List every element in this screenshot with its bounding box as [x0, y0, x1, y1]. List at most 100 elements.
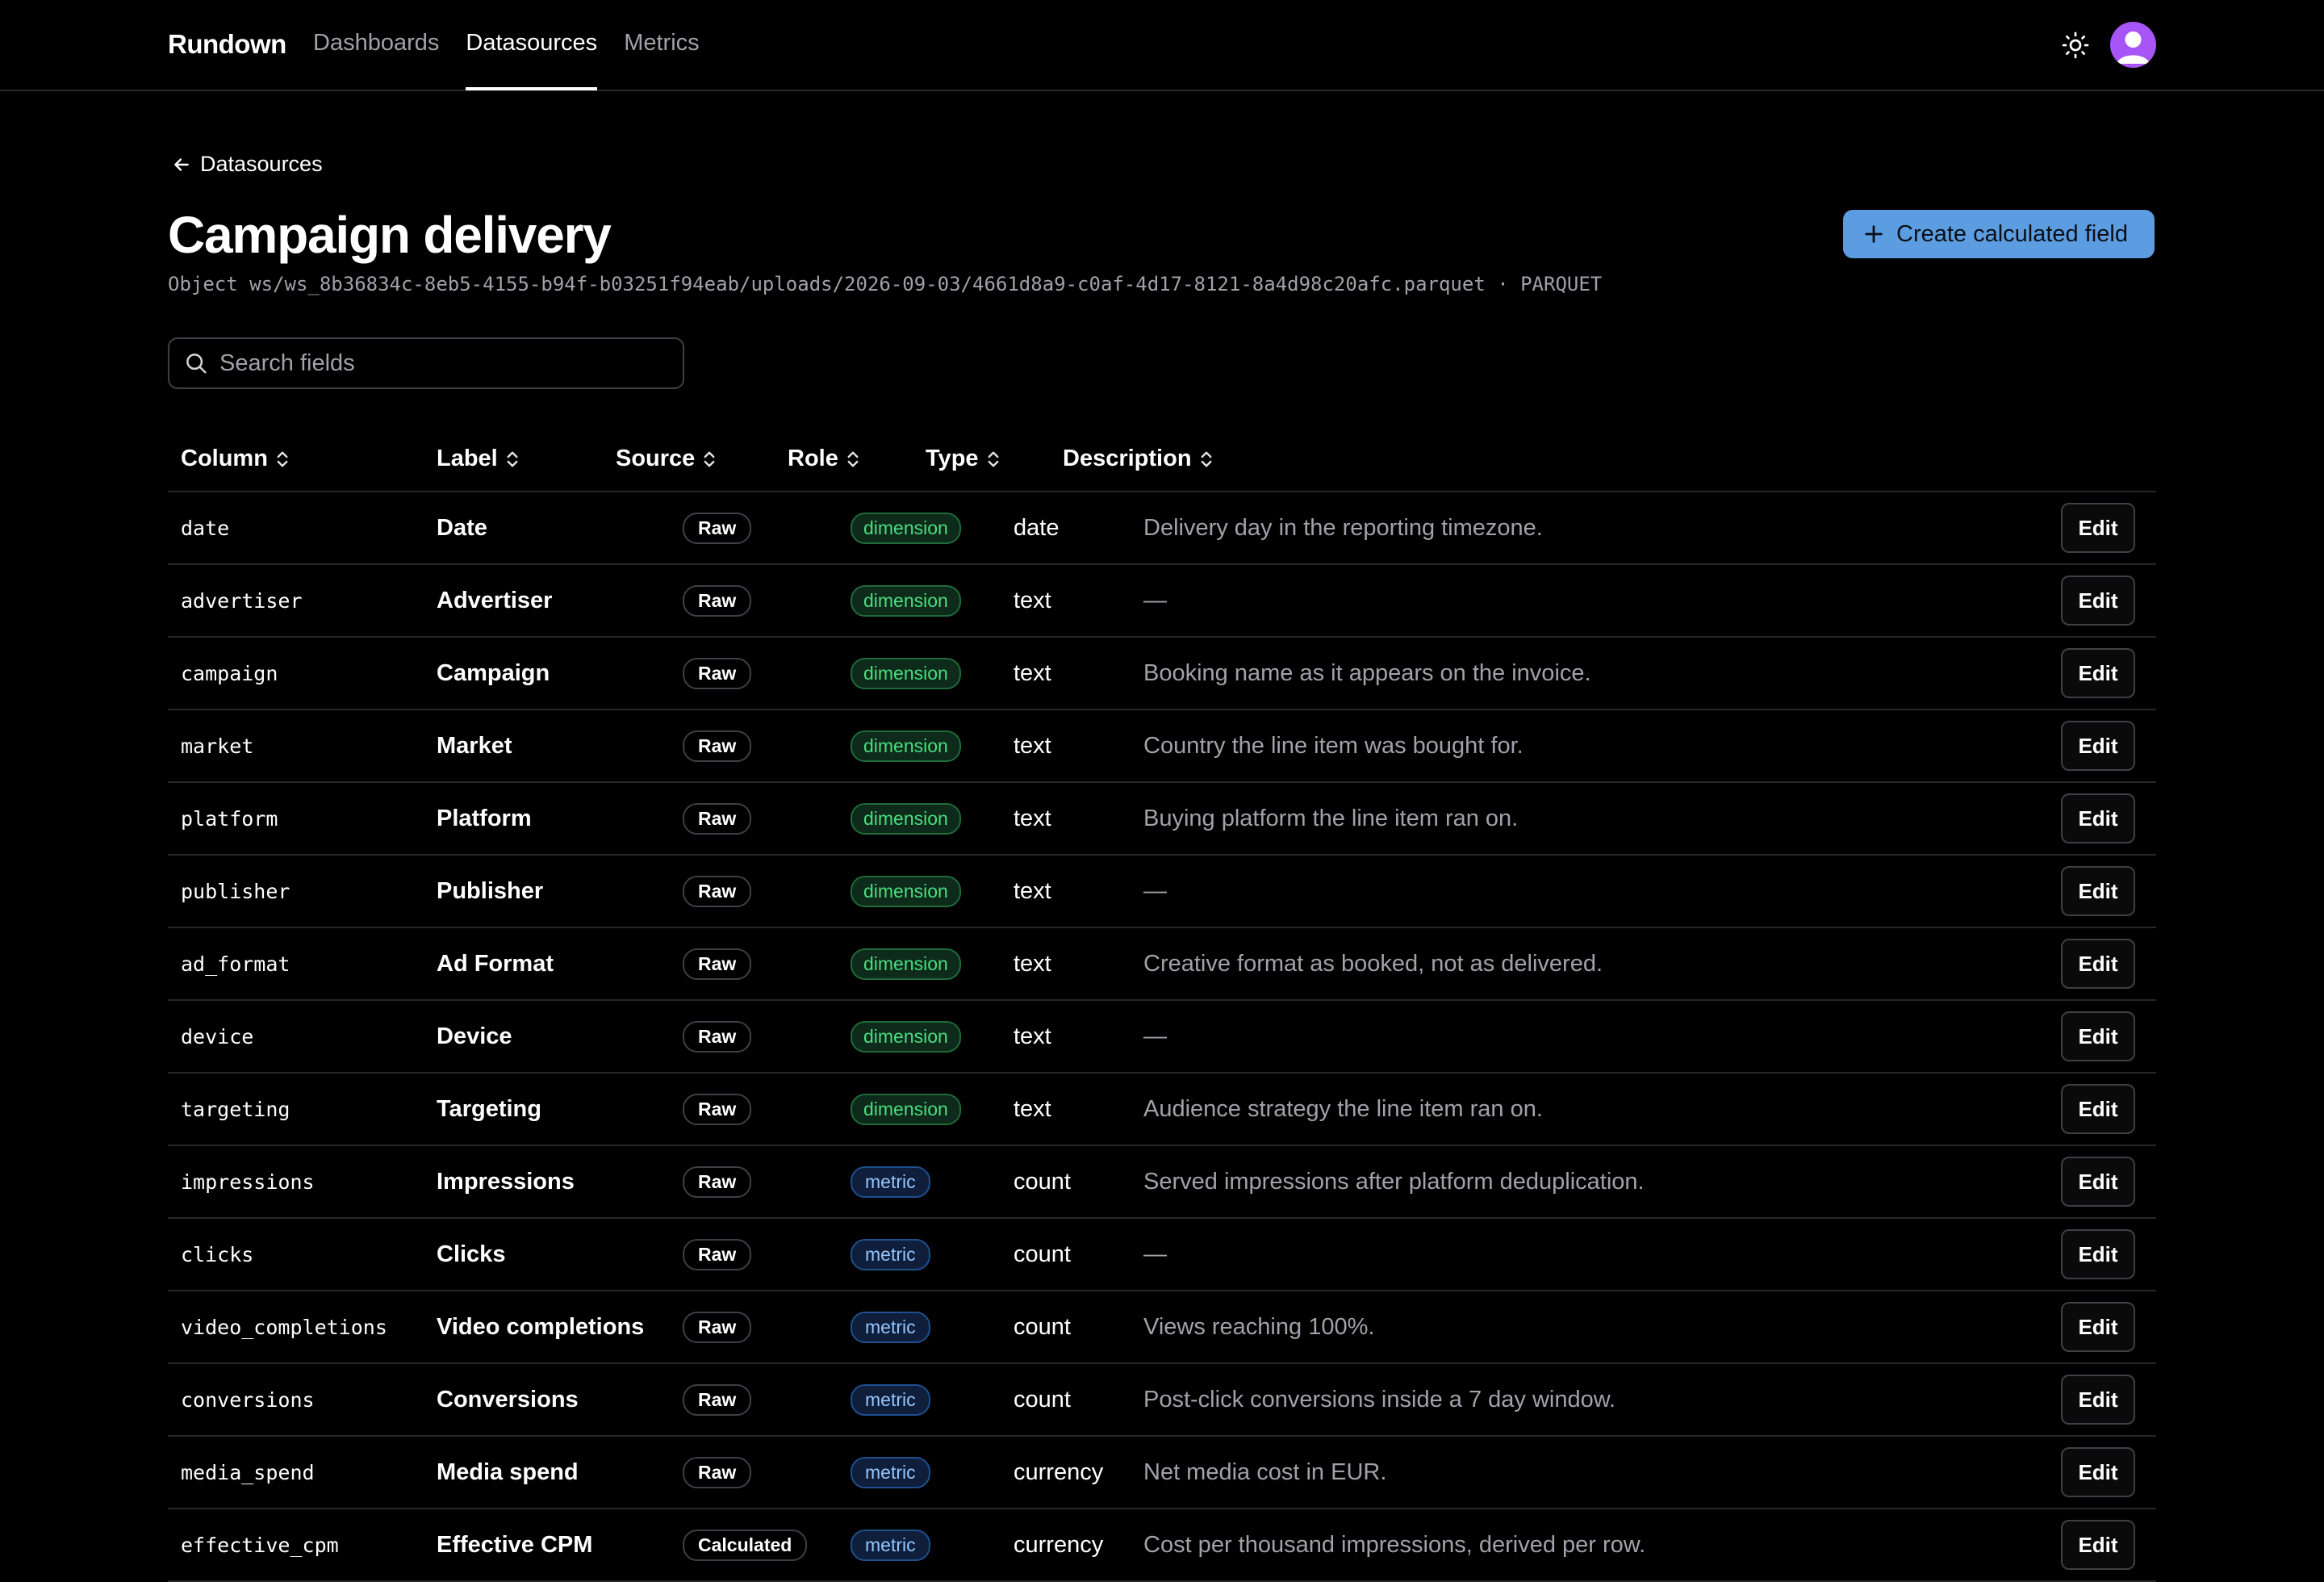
field-type: currency: [1014, 1531, 1104, 1558]
user-avatar[interactable]: [2110, 22, 2156, 68]
edit-button[interactable]: Edit: [2061, 575, 2135, 626]
field-type: text: [1014, 1023, 1051, 1049]
column-header-label: Type: [926, 446, 979, 471]
role-cell: metric: [851, 1437, 930, 1508]
search-input[interactable]: [219, 349, 655, 377]
table-row: date Date Raw dimension date Delivery day in …: [168, 492, 2156, 565]
source-cell: Raw: [683, 783, 752, 854]
edit-button[interactable]: Edit: [2061, 503, 2135, 553]
source-badge: Raw: [683, 1311, 752, 1343]
create-button-label: Create calculated field: [1896, 220, 2128, 247]
table-header: Column Label Source Role Type Description: [168, 423, 2156, 492]
column-name: clicks: [181, 1242, 254, 1266]
source-cell: Raw: [683, 638, 752, 709]
create-calculated-field-button[interactable]: Create calculated field: [1843, 210, 2155, 258]
edit-button[interactable]: Edit: [2061, 1157, 2135, 1207]
source-cell: Raw: [683, 565, 752, 636]
field-description: Views reaching 100%.: [1143, 1313, 1375, 1340]
column-name: effective_cpm: [181, 1533, 339, 1557]
column-name: publisher: [181, 879, 290, 903]
source-badge: Raw: [683, 1166, 752, 1198]
column-header-label[interactable]: Label: [437, 446, 520, 472]
table-row: campaign Campaign Raw dimension text Booking …: [168, 638, 2156, 710]
field-description: —: [1143, 587, 1167, 613]
nav-metrics[interactable]: Metrics: [624, 0, 699, 91]
column-header-column[interactable]: Column: [181, 446, 290, 472]
edit-button[interactable]: Edit: [2061, 721, 2135, 771]
role-cell: metric: [851, 1219, 930, 1290]
brand-logo[interactable]: Rundown: [168, 29, 286, 60]
nav-datasources[interactable]: Datasources: [466, 0, 598, 90]
table-body: date Date Raw dimension date Delivery day in …: [168, 492, 2156, 1582]
edit-cell: Edit: [2061, 492, 2135, 563]
column-name: date: [181, 516, 230, 540]
back-link[interactable]: Datasources: [171, 152, 323, 177]
source-cell: Raw: [683, 1001, 752, 1072]
column-header-label: Description: [1063, 446, 1192, 471]
edit-button[interactable]: Edit: [2061, 1375, 2135, 1425]
edit-cell: Edit: [2061, 856, 2135, 927]
source-badge: Raw: [683, 1383, 752, 1416]
edit-button[interactable]: Edit: [2061, 1084, 2135, 1134]
edit-button[interactable]: Edit: [2061, 1229, 2135, 1279]
edit-cell: Edit: [2061, 1509, 2135, 1580]
sort-icon: [274, 450, 290, 469]
table-row: media_spend Media spend Raw metric currency N…: [168, 1437, 2156, 1509]
sort-icon: [1198, 450, 1214, 469]
table-row: platform Platform Raw dimension text Buying p…: [168, 783, 2156, 856]
source-cell: Raw: [683, 1219, 752, 1290]
column-name: advertiser: [181, 588, 303, 613]
role-cell: dimension: [851, 1074, 961, 1145]
edit-button[interactable]: Edit: [2061, 1011, 2135, 1061]
role-cell: dimension: [851, 492, 961, 563]
edit-cell: Edit: [2061, 783, 2135, 854]
field-description: —: [1143, 877, 1167, 904]
column-name: campaign: [181, 661, 278, 685]
edit-button[interactable]: Edit: [2061, 939, 2135, 989]
column-header-type[interactable]: Type: [926, 446, 1001, 472]
column-header-source[interactable]: Source: [616, 446, 717, 472]
edit-button[interactable]: Edit: [2061, 1520, 2135, 1570]
role-badge: metric: [851, 1166, 930, 1198]
field-label: Impressions: [437, 1168, 575, 1195]
field-label: Platform: [437, 805, 532, 831]
role-badge: dimension: [851, 730, 961, 762]
search-icon: [186, 354, 207, 374]
field-label: Video completions: [437, 1313, 645, 1340]
column-name: media_spend: [181, 1460, 315, 1484]
role-badge: dimension: [851, 948, 961, 980]
edit-cell: Edit: [2061, 1074, 2135, 1145]
edit-cell: Edit: [2061, 1437, 2135, 1508]
edit-button[interactable]: Edit: [2061, 1302, 2135, 1352]
role-cell: metric: [851, 1364, 930, 1435]
edit-button[interactable]: Edit: [2061, 866, 2135, 916]
field-label: Effective CPM: [437, 1531, 593, 1558]
column-header-label: Source: [616, 446, 696, 471]
source-cell: Raw: [683, 928, 752, 999]
column-header-role[interactable]: Role: [788, 446, 861, 472]
source-badge: Raw: [683, 512, 752, 544]
field-label: Advertiser: [437, 587, 553, 613]
edit-button[interactable]: Edit: [2061, 793, 2135, 843]
field-type: text: [1014, 587, 1051, 613]
edit-cell: Edit: [2061, 638, 2135, 709]
source-cell: Calculated: [683, 1509, 808, 1580]
role-badge: metric: [851, 1383, 930, 1416]
column-name: targeting: [181, 1097, 290, 1121]
top-navbar: Rundown Dashboards Datasources Metrics: [0, 0, 2324, 91]
edit-button[interactable]: Edit: [2061, 1447, 2135, 1497]
column-name: device: [181, 1024, 254, 1048]
main-nav: Dashboards Datasources Metrics: [313, 0, 700, 91]
source-badge: Raw: [683, 802, 752, 835]
nav-dashboards[interactable]: Dashboards: [313, 0, 439, 91]
field-type: text: [1014, 877, 1051, 904]
source-cell: Raw: [683, 1291, 752, 1362]
sun-icon[interactable]: [2061, 31, 2090, 60]
table-row: market Market Raw dimension text Country the …: [168, 710, 2156, 783]
edit-button[interactable]: Edit: [2061, 648, 2135, 698]
field-type: text: [1014, 950, 1051, 977]
role-cell: metric: [851, 1291, 930, 1362]
column-header-description[interactable]: Description: [1063, 446, 1214, 472]
source-cell: Raw: [683, 710, 752, 781]
role-badge: dimension: [851, 875, 961, 907]
